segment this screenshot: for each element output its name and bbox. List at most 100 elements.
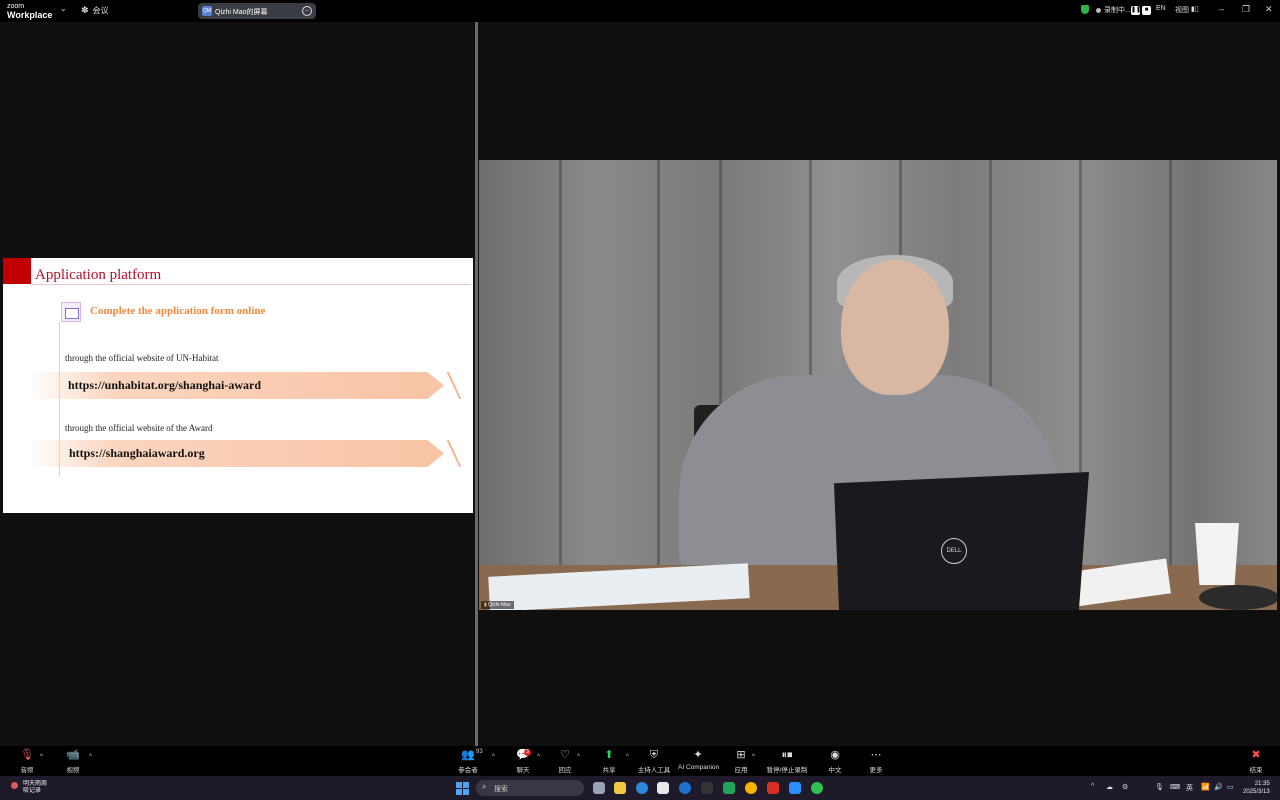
meeting-menu[interactable]: ✽ 会议 <box>81 5 109 16</box>
keyboard-icon[interactable]: ⌨ <box>1170 783 1180 791</box>
taskbar-search[interactable]: ⌕ 搜索 <box>476 780 584 796</box>
weather-line2: 吸记录 <box>23 788 42 794</box>
close-icon[interactable]: ✕ <box>1265 4 1273 15</box>
meeting-label: 会议 <box>92 6 109 15</box>
mic-tray-icon[interactable]: 🎙 <box>1155 783 1164 791</box>
stop-recording-icon[interactable]: ■ <box>1142 6 1151 15</box>
view-options-icon[interactable]: – <box>302 6 312 16</box>
language-label: 中文 <box>828 767 842 774</box>
ime-indicator[interactable]: 英 <box>1186 783 1193 793</box>
slide-url-award: https://shanghaiaward.org <box>69 446 205 460</box>
recording-control-button[interactable]: ⏸⏹ 暂停/停止录制 <box>765 749 809 774</box>
view-menu[interactable]: 视图 <box>1175 5 1189 15</box>
share-chevron-icon[interactable]: ^ <box>626 754 629 760</box>
clock-time: 21:35 <box>1254 781 1270 787</box>
wps-icon[interactable] <box>767 782 779 794</box>
green-app-icon[interactable] <box>723 782 735 794</box>
language-indicator[interactable]: EN <box>1156 5 1166 12</box>
taskbar-clock[interactable]: 21:35 2025/3/13 <box>1243 780 1270 796</box>
ai-companion-label: AI Companion <box>678 764 720 771</box>
more-label: 更多 <box>869 767 883 774</box>
curtain-fold <box>657 160 660 610</box>
zoom-logo: zoom Workplace <box>7 2 52 20</box>
tray-overflow-chevron-icon[interactable]: ^ <box>1091 783 1094 790</box>
screen-share-pill[interactable]: QM Qizhi Mao的屏幕 – <box>198 3 316 19</box>
host-tools-button[interactable]: ⛨ 主持人工具 <box>636 749 672 774</box>
recording-status: 录制中... <box>1104 7 1131 14</box>
dell-logo: DELL <box>941 538 967 564</box>
react-label: 回应 <box>558 767 572 774</box>
curtain-fold <box>1169 160 1172 610</box>
audio-button[interactable]: 🎙 音频 <box>16 749 38 774</box>
edge-icon[interactable] <box>636 782 648 794</box>
windows-start-icon[interactable] <box>456 782 469 795</box>
video-label: 视频 <box>66 767 80 774</box>
apps-icon: ⊞ <box>736 749 746 761</box>
zoom-taskbar-icon[interactable] <box>789 782 801 794</box>
chevron-down-icon[interactable]: ⌄ <box>60 4 67 13</box>
more-button[interactable]: ⋯ 更多 <box>866 749 886 774</box>
browser-icon[interactable] <box>679 782 691 794</box>
shared-slide: Application platform Complete the applic… <box>3 258 473 513</box>
end-meeting-button[interactable]: ✖ 结束 <box>1246 749 1266 774</box>
share-button[interactable]: ⬆ 共享 <box>599 749 619 774</box>
cloud-icon[interactable]: ☁ <box>1106 783 1113 791</box>
audio-label: 音频 <box>20 767 34 774</box>
chat-chevron-icon[interactable]: ^ <box>537 754 540 760</box>
slide-url-unhabitat: https://unhabitat.org/shanghai-award <box>68 378 262 392</box>
video-options-chevron-icon[interactable]: ^ <box>89 754 92 760</box>
file-explorer-icon[interactable] <box>614 782 626 794</box>
apps-label: 应用 <box>734 767 748 774</box>
apps-chevron-icon[interactable]: ^ <box>752 754 755 760</box>
chat-unread-badge: 3 <box>524 749 531 756</box>
language-button[interactable]: ◉ 中文 <box>825 749 845 774</box>
wifi-icon[interactable]: 📶 <box>1201 783 1210 791</box>
weather-widget[interactable]: 明天雨周 吸记录 <box>11 781 47 795</box>
apps-button[interactable]: ⊞ 应用 <box>731 749 751 774</box>
split-divider[interactable] <box>475 22 478 746</box>
task-view-icon[interactable] <box>593 782 605 794</box>
presenter-avatar: QM <box>202 6 212 16</box>
share-label: Qizhi Mao的屏幕 <box>215 9 268 16</box>
video-button[interactable]: 📹 视频 <box>62 749 84 774</box>
tray-app-icon[interactable]: ⚙ <box>1122 783 1128 791</box>
logo-big-text: Workplace <box>7 10 53 20</box>
title-accent-block <box>3 258 31 284</box>
audio-options-chevron-icon[interactable]: ^ <box>40 754 43 760</box>
recording-dot-icon <box>1096 8 1101 13</box>
curtain-fold <box>559 160 562 610</box>
chrome-icon[interactable] <box>745 782 757 794</box>
share-screen-icon: ⬆ <box>604 749 614 761</box>
ai-companion-button[interactable]: ✦ AI Companion <box>678 749 720 771</box>
minimize-icon[interactable]: – <box>1219 4 1224 14</box>
store-icon[interactable] <box>657 782 669 794</box>
chat-label: 聊天 <box>516 767 530 774</box>
pause-stop-icon: ⏸⏹ <box>781 749 793 761</box>
shield-icon: ⛨ <box>649 749 659 761</box>
view-layout-icon[interactable]: ▮▯ <box>1191 5 1199 13</box>
react-chevron-icon[interactable]: ^ <box>577 754 580 760</box>
wechat-icon[interactable] <box>811 782 823 794</box>
react-button[interactable]: ♡ 回应 <box>555 749 575 774</box>
slide-subtitle: Complete the application form online <box>90 305 266 317</box>
slide-label-unhabitat: through the official website of UN-Habit… <box>65 353 219 363</box>
meeting-toolbar: 🎙 音频 ^ 📹 视频 ^ 👥 参会者 93 ^ 💬 聊天 3 ^ ♡ 回应 ^… <box>0 746 1280 776</box>
participant-name-label: ▮ Qizhi Mao <box>481 601 514 609</box>
battery-icon[interactable]: ▭ <box>1227 783 1234 791</box>
participant-video[interactable]: DELL ▮ Qizhi Mao <box>479 160 1277 610</box>
pause-recording-icon[interactable]: ❚❚ <box>1131 6 1141 15</box>
participants-chevron-icon[interactable]: ^ <box>492 754 495 760</box>
restore-icon[interactable]: ❐ <box>1242 4 1250 15</box>
form-icon <box>61 302 81 322</box>
volume-icon[interactable]: 🔊 <box>1214 783 1223 791</box>
search-icon: ⌕ <box>482 782 487 791</box>
sparkle-icon: ✦ <box>693 749 703 761</box>
terminal-icon[interactable] <box>701 782 713 794</box>
top-bar: zoom Workplace ⌄ ✽ 会议 QM Qizhi Mao的屏幕 – 录… <box>0 0 1280 22</box>
paper-cup <box>1195 523 1239 585</box>
search-placeholder: 搜索 <box>494 786 508 793</box>
encryption-shield-icon[interactable] <box>1081 5 1089 14</box>
windows-taskbar: 明天雨周 吸记录 ⌕ 搜索 ^ ☁ ⚙ 🎙 ⌨ 英 📶 🔊 ▭ 21:35 20… <box>0 776 1280 800</box>
participants-label: 参会者 <box>458 767 478 774</box>
end-icon: ✖ <box>1251 749 1261 761</box>
